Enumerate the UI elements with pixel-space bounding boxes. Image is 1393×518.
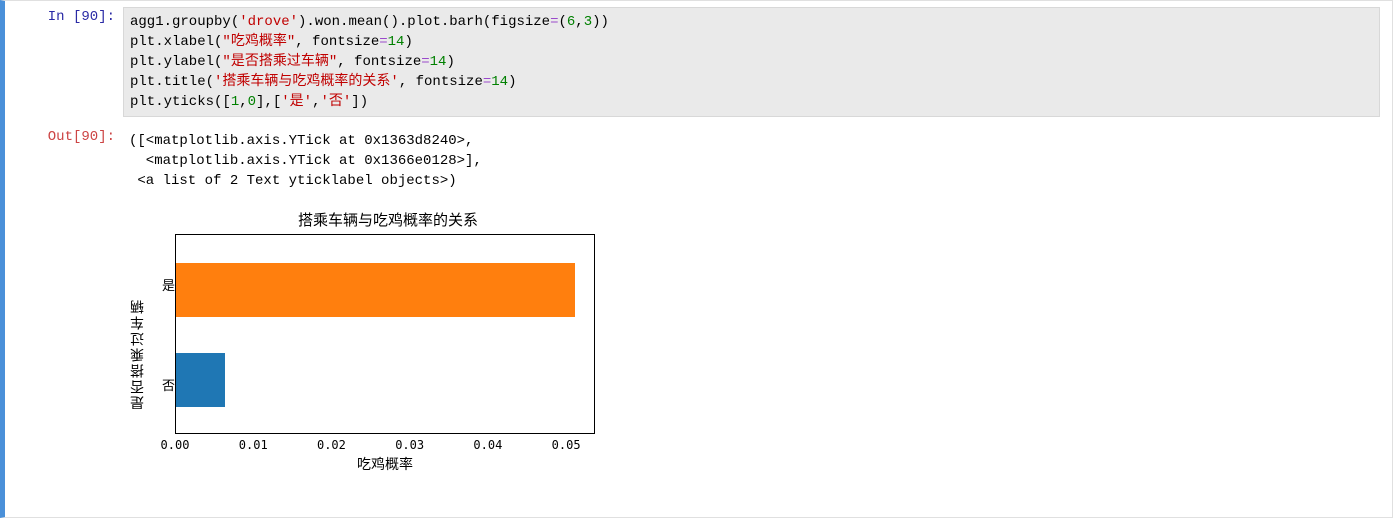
bar-yes xyxy=(176,263,575,317)
output-row: Out[90]: ([<matplotlib.axis.YTick at 0x1… xyxy=(5,127,1386,195)
chart-xlabel: 吃鸡概率 xyxy=(175,454,595,474)
bar-no xyxy=(176,353,225,407)
input-prompt: In [90]: xyxy=(5,7,123,28)
code-line-3: plt.ylabel("是否搭乘过车辆", fontsize=14) xyxy=(130,54,455,70)
chart-xticks: 0.00 0.01 0.02 0.03 0.04 0.05 xyxy=(175,438,595,452)
chart: 搭乘车辆与吃鸡概率的关系 是否搭乘过车辆 是 否 0.00 0.01 xyxy=(123,209,603,474)
chart-ylabel: 是否搭乘过车辆 xyxy=(123,298,151,410)
notebook-cell: In [90]: agg1.groupby('drove').won.mean(… xyxy=(0,0,1393,518)
input-row: In [90]: agg1.groupby('drove').won.mean(… xyxy=(5,7,1386,117)
ytick-0: 是 xyxy=(162,275,175,294)
code-line-1: agg1.groupby('drove').won.mean().plot.ba… xyxy=(130,14,609,30)
chart-body: 是否搭乘过车辆 是 否 0.00 0.01 0.02 0.03 xyxy=(123,234,603,474)
code-line-5: plt.yticks([1,0],['是','否']) xyxy=(130,94,368,110)
ytick-1: 否 xyxy=(162,375,175,394)
output-text: ([<matplotlib.axis.YTick at 0x1363d8240>… xyxy=(123,127,1386,195)
code-line-2: plt.xlabel("吃鸡概率", fontsize=14) xyxy=(130,34,413,50)
code-line-4: plt.title('搭乘车辆与吃鸡概率的关系', fontsize=14) xyxy=(130,74,516,90)
output-prompt: Out[90]: xyxy=(5,127,123,148)
chart-yticks: 是 否 xyxy=(151,234,175,434)
chart-plot-area xyxy=(175,234,595,434)
chart-title: 搭乘车辆与吃鸡概率的关系 xyxy=(123,209,603,230)
code-input[interactable]: agg1.groupby('drove').won.mean().plot.ba… xyxy=(123,7,1380,117)
